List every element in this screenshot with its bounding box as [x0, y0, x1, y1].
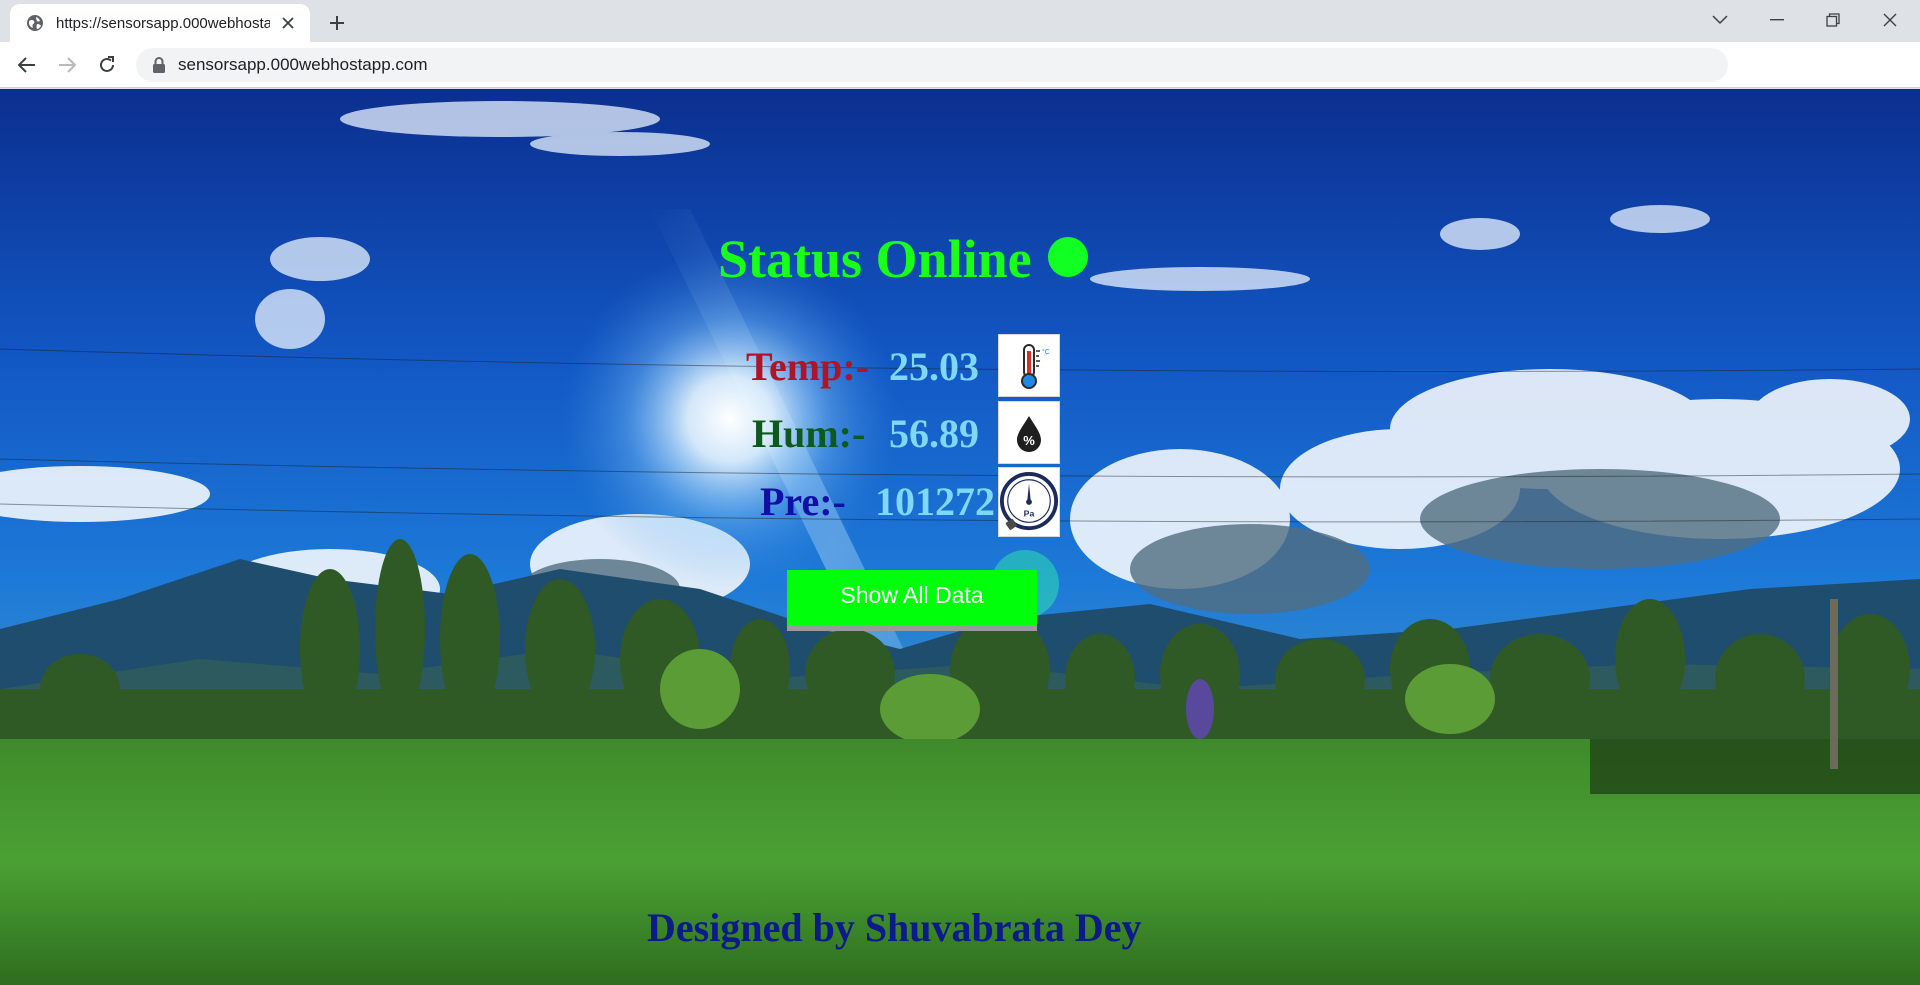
landscape-background — [0, 89, 1920, 985]
pressure-gauge-icon: Pa — [998, 467, 1060, 537]
pressure-value: 101272 — [875, 479, 995, 524]
new-tab-button[interactable] — [324, 10, 350, 36]
back-button[interactable] — [13, 51, 41, 79]
svg-text:Pa: Pa — [1024, 509, 1035, 519]
minimize-button[interactable] — [1749, 0, 1805, 40]
address-bar[interactable]: sensorsapp.000webhostapp.com — [136, 48, 1728, 82]
restore-icon — [1826, 13, 1840, 27]
humidity-drop-icon: % — [998, 401, 1060, 464]
minimize-icon — [1770, 19, 1784, 21]
status-title: Status Online — [718, 228, 1088, 290]
page-viewport: Status Online Temp:- 25.03 °C Hum:- 56.8… — [0, 89, 1920, 985]
arrow-left-icon — [18, 57, 35, 73]
svg-text:°C: °C — [1042, 348, 1050, 356]
status-text: Status Online — [718, 229, 1032, 289]
globe-icon — [27, 15, 43, 31]
pressure-label: Pre:- — [760, 479, 846, 524]
forward-button[interactable] — [53, 51, 81, 79]
chevron-down-icon — [1712, 15, 1728, 25]
browser-tab[interactable]: https://sensorsapp.000webhostapp.com — [10, 4, 310, 42]
show-all-data-button[interactable]: Show All Data — [787, 570, 1037, 625]
svg-text:%: % — [1023, 433, 1035, 448]
plus-icon — [330, 16, 344, 30]
humidity-value: 56.89 — [889, 411, 979, 456]
browser-tab-bar: https://sensorsapp.000webhostapp.com — [0, 0, 1920, 42]
url-text: sensorsapp.000webhostapp.com — [178, 55, 428, 74]
tab-title: https://sensorsapp.000webhostapp.com — [56, 14, 270, 32]
tab-search-button[interactable] — [1692, 0, 1748, 40]
designer-credit: Designed by Shuvabrata Dey — [647, 905, 1142, 950]
reload-button[interactable] — [93, 51, 121, 79]
temperature-value: 25.03 — [889, 344, 979, 389]
status-indicator-dot — [1047, 237, 1088, 277]
temperature-label: Temp:- — [746, 344, 869, 389]
reload-icon — [100, 56, 114, 72]
browser-toolbar: sensorsapp.000webhostapp.com — [0, 42, 1920, 88]
arrow-right-icon — [59, 57, 76, 73]
close-icon — [1883, 13, 1897, 27]
close-icon[interactable] — [278, 13, 298, 33]
restore-button[interactable] — [1805, 0, 1861, 40]
thermometer-icon: °C — [998, 334, 1060, 397]
window-close-button[interactable] — [1862, 0, 1918, 40]
humidity-label: Hum:- — [752, 411, 866, 456]
lock-icon — [153, 57, 165, 73]
